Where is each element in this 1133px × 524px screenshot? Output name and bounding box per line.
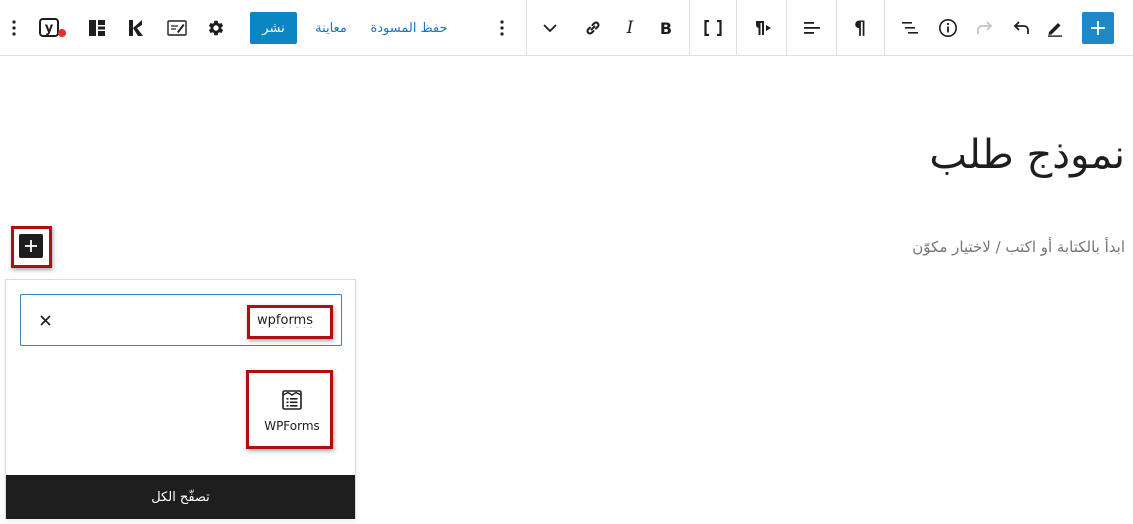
undo-icon	[1013, 21, 1029, 34]
edit-note-icon	[167, 20, 187, 36]
redo-icon	[977, 21, 993, 34]
redo-button[interactable]	[972, 12, 998, 44]
block-more-options-button[interactable]	[490, 12, 514, 44]
save-draft-button[interactable]: حفظ المسودة	[366, 12, 452, 44]
list-view-icon	[902, 22, 918, 34]
italic-button[interactable]: I	[618, 12, 642, 44]
settings-button[interactable]	[204, 12, 228, 44]
tools-button[interactable]	[1042, 12, 1068, 44]
toolbar-separator	[736, 0, 737, 56]
details-button[interactable]	[934, 12, 962, 44]
toolbar-separator	[884, 0, 885, 56]
toolbar-separator	[526, 0, 527, 56]
align-button[interactable]	[798, 12, 826, 44]
publish-button[interactable]: نشر	[250, 12, 297, 44]
more-vertical-icon	[12, 20, 16, 36]
close-icon	[39, 314, 51, 326]
toolbar-separator	[786, 0, 787, 56]
options-menu-button[interactable]	[2, 12, 26, 44]
block-search-box	[20, 294, 342, 346]
block-type-paragraph-button[interactable]: ¶	[846, 12, 874, 44]
wpforms-block-item[interactable]: WPForms	[252, 376, 332, 446]
wpforms-form-icon	[282, 390, 302, 410]
more-vertical-icon	[500, 20, 504, 36]
chevron-down-icon	[543, 24, 557, 32]
toolbar-separator	[689, 0, 690, 56]
post-title[interactable]: نموذج طلب	[929, 132, 1125, 178]
info-icon	[939, 19, 957, 37]
layout-grid-icon	[89, 20, 105, 36]
kadence-button[interactable]	[124, 12, 148, 44]
preview-button[interactable]: معاينة	[310, 12, 352, 44]
yoast-icon: y	[39, 18, 66, 37]
list-view-button[interactable]	[896, 12, 924, 44]
wpforms-block-label: WPForms	[264, 419, 320, 433]
toolbar-separator	[836, 0, 837, 56]
svg-text:y: y	[45, 21, 54, 36]
inline-add-block-button[interactable]	[19, 234, 43, 258]
notes-button[interactable]	[164, 12, 190, 44]
gear-icon	[208, 20, 224, 36]
pencil-icon	[1048, 23, 1062, 37]
shortcode-button[interactable]	[700, 12, 726, 44]
kadence-k-icon	[129, 20, 143, 36]
clear-search-button[interactable]	[33, 308, 57, 332]
align-left-icon	[804, 22, 820, 34]
text-direction-button[interactable]	[748, 12, 776, 44]
paragraph-rtl-icon	[755, 21, 771, 35]
brackets-icon	[704, 20, 722, 36]
yoast-seo-button[interactable]: y	[36, 12, 70, 44]
page-builder-button[interactable]	[84, 12, 110, 44]
undo-button[interactable]	[1008, 12, 1034, 44]
bold-button[interactable]: B	[654, 12, 678, 44]
plus-icon	[1091, 21, 1105, 35]
plus-icon	[25, 240, 37, 252]
block-inserter-popover: WPForms تصفّح الكل	[5, 279, 356, 519]
link-icon	[586, 21, 600, 35]
browse-all-button[interactable]: تصفّح الكل	[6, 475, 355, 519]
link-button[interactable]	[580, 12, 606, 44]
toggle-block-inserter-button[interactable]	[1082, 12, 1114, 44]
paragraph-placeholder[interactable]: ابدأ بالكتابة أو اكتب / لاختيار مكوّن	[912, 238, 1125, 256]
more-formats-dropdown[interactable]	[538, 12, 562, 44]
editor-top-toolbar: y نشر معاينة حفظ المسودة I B ¶	[0, 0, 1133, 56]
block-search-input[interactable]	[61, 305, 327, 335]
